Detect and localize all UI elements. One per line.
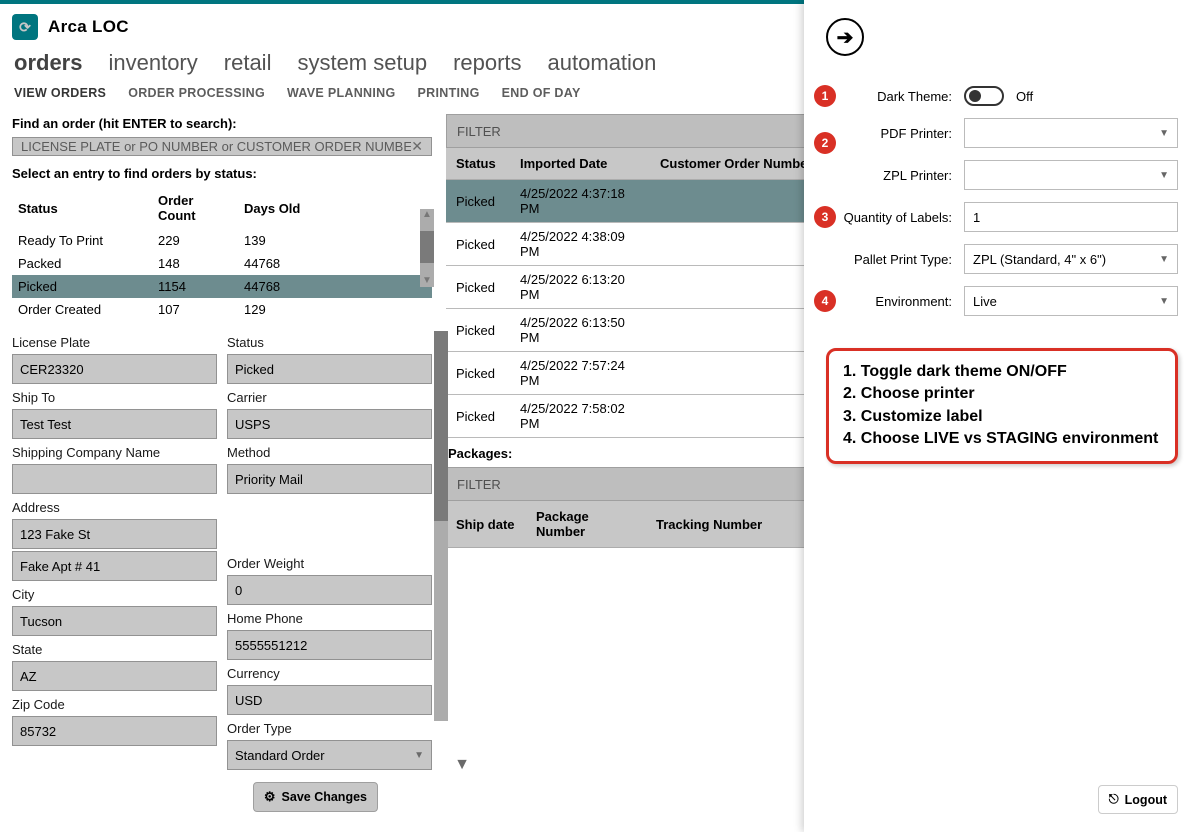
field-label: Shipping Company Name [12, 441, 217, 462]
status-col-days[interactable]: Days Old [238, 187, 432, 229]
field-input[interactable]: Picked [227, 354, 432, 384]
col-imported[interactable]: Imported Date [510, 148, 650, 180]
pallet-type-label: Pallet Print Type: [840, 252, 952, 267]
arrow-right-icon: ➔ [837, 25, 854, 50]
pallet-type-select[interactable]: ZPL (Standard, 4" x 6")▼ [964, 244, 1178, 274]
step-badge-2: 2 [814, 132, 836, 154]
table-row[interactable]: Packed14844768 [12, 252, 432, 275]
save-changes-button[interactable]: ⚙ Save Changes [253, 782, 378, 812]
chevron-down-icon: ▼ [414, 750, 424, 761]
field-input[interactable]: 5555551212 [227, 630, 432, 660]
app-logo: ⟳ [12, 14, 38, 40]
nav-system-setup[interactable]: system setup [297, 50, 427, 76]
logout-button[interactable]: ⎋ Logout [1098, 785, 1178, 814]
step-badge-1: 1 [814, 85, 836, 107]
field-input[interactable]: CER23320 [12, 354, 217, 384]
field-input[interactable]: 123 Fake St [12, 519, 217, 549]
search-row: ✕ [12, 137, 432, 156]
col-status[interactable]: Status [446, 148, 510, 180]
field-input[interactable]: USPS [227, 409, 432, 439]
field-input[interactable]: 85732 [12, 716, 217, 746]
expand-caret-icon[interactable]: ▼ [448, 752, 470, 774]
save-icon: ⚙ [264, 789, 276, 805]
detail-scrollbar[interactable] [434, 331, 448, 721]
environment-select[interactable]: Live▼ [964, 286, 1178, 316]
subnav-view-orders[interactable]: VIEW ORDERS [14, 86, 106, 100]
qty-labels-input[interactable]: 1 [964, 202, 1178, 232]
field-input[interactable]: 0 [227, 575, 432, 605]
status-caption: Select an entry to find orders by status… [12, 164, 432, 187]
qty-labels-label: Quantity of Labels: [840, 210, 952, 225]
clear-search-icon[interactable]: ✕ [411, 138, 423, 155]
pdf-printer-select[interactable]: ▼ [964, 118, 1178, 148]
dark-theme-value: Off [1016, 89, 1033, 104]
field-label: Carrier [227, 386, 432, 407]
scroll-thumb[interactable] [420, 231, 434, 263]
zpl-printer-label: ZPL Printer: [840, 168, 952, 183]
field-label: City [12, 583, 217, 604]
nav-inventory[interactable]: inventory [108, 50, 197, 76]
field-label: Order Weight [227, 552, 432, 573]
field-label: Address [12, 496, 217, 517]
nav-automation[interactable]: automation [548, 50, 657, 76]
field-label: Method [227, 441, 432, 462]
table-row[interactable]: Picked115444768 [12, 275, 432, 298]
subnav-end-of-day[interactable]: END OF DAY [502, 86, 581, 100]
field-input[interactable]: USD [227, 685, 432, 715]
close-panel-button[interactable]: ➔ [826, 18, 864, 56]
nav-reports[interactable]: reports [453, 50, 521, 76]
dark-theme-toggle[interactable] [964, 86, 1004, 106]
field-label: Status [227, 331, 432, 352]
logout-icon: ⎋ [1109, 792, 1119, 807]
subnav-order-processing[interactable]: ORDER PROCESSING [128, 86, 265, 100]
field-label: Home Phone [227, 607, 432, 628]
instructions-callout: 1. Toggle dark theme ON/OFF 2. Choose pr… [826, 348, 1178, 464]
field-input[interactable]: Priority Mail [227, 464, 432, 494]
field-label: Ship To [12, 386, 217, 407]
table-row[interactable]: Order Created107129 [12, 298, 432, 321]
status-col-status[interactable]: Status [12, 187, 152, 229]
field-input[interactable]: AZ [12, 661, 217, 691]
nav-orders[interactable]: orders [14, 50, 82, 76]
subnav-printing[interactable]: PRINTING [418, 86, 480, 100]
col-pkgnum[interactable]: Package Number [526, 501, 646, 548]
chevron-down-icon: ▼ [1159, 296, 1169, 307]
search-input[interactable] [21, 139, 411, 154]
scroll-down-icon[interactable]: ▼ [420, 275, 434, 287]
app-title: Arca LOC [48, 17, 129, 37]
dark-theme-label: Dark Theme: [840, 89, 952, 104]
step-badge-3: 3 [814, 206, 836, 228]
field-label: Zip Code [12, 693, 217, 714]
zpl-printer-select[interactable]: ▼ [964, 160, 1178, 190]
search-label: Find an order (hit ENTER to search): [12, 114, 432, 137]
table-row[interactable]: Ready To Print229139 [12, 229, 432, 252]
field-label: License Plate [12, 331, 217, 352]
field-input[interactable]: Standard Order▼ [227, 740, 432, 770]
field-input[interactable]: Test Test [12, 409, 217, 439]
field-input[interactable] [12, 464, 217, 494]
field-input[interactable]: Tucson [12, 606, 217, 636]
step-badge-4: 4 [814, 290, 836, 312]
chevron-down-icon: ▼ [1159, 254, 1169, 265]
status-scrollbar[interactable]: ▲ ▼ [420, 209, 434, 287]
pdf-printer-label: PDF Printer: [840, 126, 952, 141]
chevron-down-icon: ▼ [1159, 170, 1169, 181]
col-shipdate[interactable]: Ship date [446, 501, 526, 548]
field-label: Order Type [227, 717, 432, 738]
environment-label: Environment: [840, 294, 952, 309]
scroll-up-icon[interactable]: ▲ [420, 209, 434, 221]
subnav-wave-planning[interactable]: WAVE PLANNING [287, 86, 396, 100]
status-col-count[interactable]: Order Count [152, 187, 238, 229]
field-input[interactable]: Fake Apt # 41 [12, 551, 217, 581]
settings-panel: ➔ 1 Dark Theme: Off 2 PDF Printer: ▼ ZPL… [804, 0, 1200, 832]
chevron-down-icon: ▼ [1159, 128, 1169, 139]
nav-retail[interactable]: retail [224, 50, 272, 76]
field-label: Currency [227, 662, 432, 683]
status-table: Status Order Count Days Old Ready To Pri… [12, 187, 432, 321]
scroll-thumb[interactable] [434, 331, 448, 521]
field-label: State [12, 638, 217, 659]
